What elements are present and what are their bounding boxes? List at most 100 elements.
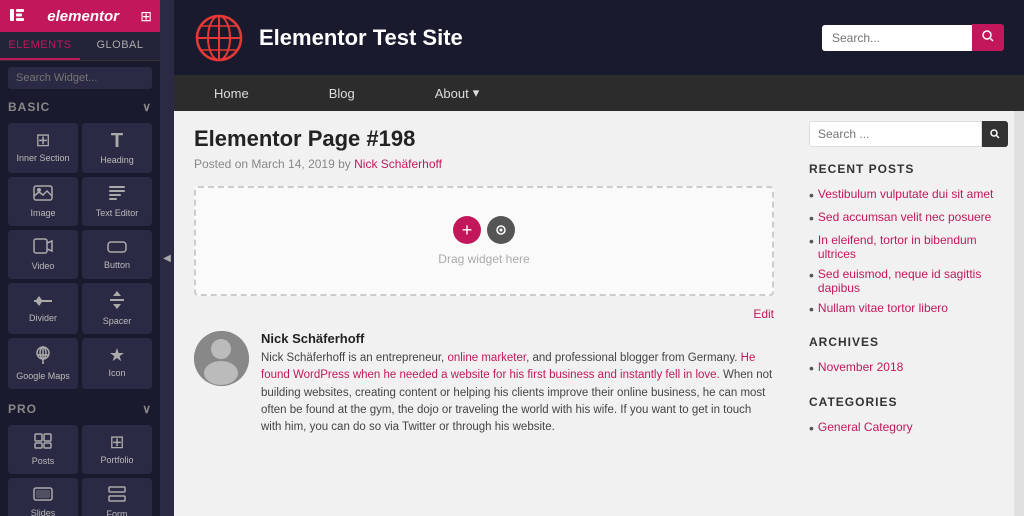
sidebar-search: [809, 121, 999, 147]
widget-divider[interactable]: Divider: [8, 283, 78, 334]
page-body: Elementor Page #198 Posted on March 14, …: [174, 111, 1024, 516]
widget-label: Image: [30, 208, 55, 218]
recent-post-link[interactable]: In eleifend, tortor in bibendum ultrices: [818, 233, 999, 261]
search-input[interactable]: [8, 67, 152, 89]
video-icon: [33, 238, 53, 257]
widget-options-button[interactable]: [487, 216, 515, 244]
site-logo-area: Elementor Test Site: [194, 13, 463, 63]
icon-widget-icon: ★: [109, 346, 125, 364]
widget-google-maps[interactable]: Google Maps: [8, 338, 78, 389]
category-link[interactable]: General Category: [818, 420, 913, 434]
widget-label: Slides: [31, 508, 56, 516]
panel-header: elementor ⊞: [0, 0, 160, 32]
nav-home[interactable]: Home: [174, 75, 289, 111]
author-name: Nick Schäferhoff: [261, 331, 774, 346]
site-header: Elementor Test Site: [174, 0, 1024, 75]
widget-label: Divider: [29, 313, 57, 323]
site-search: [822, 24, 1004, 51]
recent-post-link[interactable]: Sed euismod, neque id sagittis dapibus: [818, 267, 999, 295]
collapse-icon: ∨: [142, 100, 152, 114]
list-item: November 2018: [809, 357, 999, 380]
widget-inner-section[interactable]: ⊞ Inner Section: [8, 123, 78, 173]
recent-posts-list: Vestibulum vulputate dui sit amet Sed ac…: [809, 184, 999, 320]
widget-heading[interactable]: T Heading: [82, 123, 152, 173]
basic-section-header[interactable]: BASIC ∨: [0, 95, 160, 119]
panel-toggle-arrow[interactable]: ◀: [160, 0, 174, 516]
widget-label: Form: [107, 509, 128, 516]
arrow-left-icon: ◀: [163, 253, 171, 264]
widget-text-editor[interactable]: Text Editor: [82, 177, 152, 226]
pro-section-header[interactable]: PRO ∨: [0, 397, 160, 421]
site-globe-icon: [194, 13, 244, 63]
archives-title: ARCHIVES: [809, 335, 999, 349]
author-bio: Nick Schäferhoff is an entrepreneur, onl…: [261, 350, 774, 436]
spacer-icon: [110, 291, 124, 312]
basic-label: BASIC: [8, 100, 50, 114]
page-meta-text: Posted on March 14, 2019 by: [194, 157, 351, 171]
widget-video[interactable]: Video: [8, 230, 78, 279]
scrollbar[interactable]: [1014, 111, 1024, 516]
widget-posts[interactable]: Posts: [8, 425, 78, 474]
text-editor-icon: [108, 185, 126, 204]
widget-image[interactable]: Image: [8, 177, 78, 226]
categories-title: CATEGORIES: [809, 395, 999, 409]
widget-button[interactable]: Button: [82, 230, 152, 279]
basic-widgets-grid: ⊞ Inner Section T Heading Image Text Edi…: [0, 119, 160, 393]
widget-label: Video: [32, 261, 55, 271]
add-widget-button[interactable]: +: [453, 216, 481, 244]
recent-post-link[interactable]: Nullam vitae tortor libero: [818, 301, 948, 315]
recent-posts-title: RECENT POSTS: [809, 162, 999, 176]
pro-label: PRO: [8, 402, 37, 416]
archive-link[interactable]: November 2018: [818, 360, 903, 374]
list-item: General Category: [809, 417, 999, 440]
list-item: Sed euismod, neque id sagittis dapibus: [809, 264, 999, 298]
drop-zone-buttons: +: [453, 216, 515, 244]
site-search-input[interactable]: [822, 25, 972, 51]
collapse-pro-icon: ∨: [142, 402, 152, 416]
widget-label: Inner Section: [16, 153, 69, 163]
sidebar-search-input[interactable]: [809, 121, 982, 147]
recent-post-link[interactable]: Vestibulum vulputate dui sit amet: [818, 187, 993, 201]
inner-section-icon: ⊞: [35, 131, 50, 149]
author-link[interactable]: Nick Schäferhoff: [354, 157, 442, 171]
tab-global[interactable]: GLOBAL: [80, 32, 160, 60]
left-panel: elementor ⊞ ELEMENTS GLOBAL BASIC ∨ ⊞ In…: [0, 0, 160, 516]
widget-label: Text Editor: [96, 208, 139, 218]
drop-zone-label: Drag widget here: [438, 252, 529, 266]
site-title: Elementor Test Site: [259, 25, 463, 51]
nav-about[interactable]: About ▾: [395, 75, 520, 111]
tab-elements[interactable]: ELEMENTS: [0, 32, 80, 60]
archives-list: November 2018: [809, 357, 999, 380]
panel-tabs: ELEMENTS GLOBAL: [0, 32, 160, 61]
recent-post-link[interactable]: Sed accumsan velit nec posuere: [818, 210, 991, 224]
widget-form[interactable]: Form: [82, 478, 152, 516]
page-meta: Posted on March 14, 2019 by Nick Schäfer…: [194, 157, 774, 171]
site-search-button[interactable]: [972, 24, 1004, 51]
search-widget-area: [0, 61, 160, 95]
site-nav: Home Blog About ▾: [174, 75, 1024, 111]
widget-label: Icon: [108, 368, 125, 378]
page-main: Elementor Page #198 Posted on March 14, …: [174, 111, 794, 516]
widget-label: Spacer: [103, 316, 132, 326]
sidebar-search-button[interactable]: [982, 121, 1008, 147]
nav-about-label: About: [435, 86, 469, 101]
grid-icon[interactable]: ⊞: [140, 8, 152, 25]
author-avatar: [194, 331, 249, 386]
widget-slides[interactable]: Slides: [8, 478, 78, 516]
widget-icon[interactable]: ★ Icon: [82, 338, 152, 389]
list-item: Nullam vitae tortor libero: [809, 298, 999, 321]
online-marketer-link[interactable]: online marketer: [447, 352, 526, 364]
edit-link[interactable]: Edit: [753, 307, 774, 321]
author-info: Nick Schäferhoff Nick Schäferhoff is an …: [261, 331, 774, 436]
widget-label: Portfolio: [100, 455, 133, 465]
button-icon: [107, 238, 127, 256]
widget-label: Heading: [100, 155, 134, 165]
main-content: Elementor Test Site Home Blog About ▾ El…: [174, 0, 1024, 516]
heading-icon: T: [111, 131, 123, 151]
widget-portfolio[interactable]: ⊞ Portfolio: [82, 425, 152, 474]
widget-spacer[interactable]: Spacer: [82, 283, 152, 334]
list-item: Sed accumsan velit nec posuere: [809, 207, 999, 230]
nav-blog[interactable]: Blog: [289, 75, 395, 111]
panel-title: elementor: [26, 8, 140, 25]
author-bio-text: Nick Schäferhoff is an entrepreneur, onl…: [261, 352, 772, 433]
